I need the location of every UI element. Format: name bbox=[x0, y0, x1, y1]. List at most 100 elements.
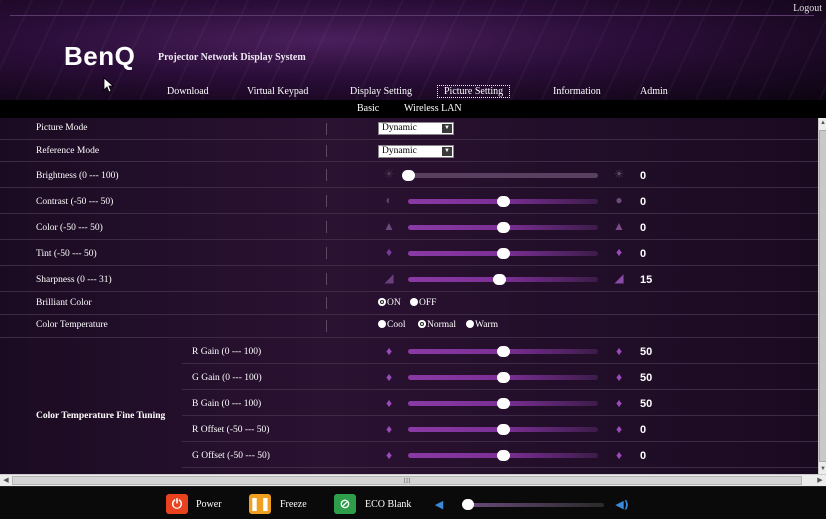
reference-mode-select[interactable]: Dynamic ▼ bbox=[378, 145, 454, 158]
column-divider bbox=[326, 247, 327, 259]
sharpness-low-icon: ◢ bbox=[384, 271, 394, 285]
row-reference-mode: Reference Mode Dynamic ▼ bbox=[0, 140, 818, 162]
color-temp-warm-label: Warm bbox=[475, 320, 498, 330]
row-sharpness: Sharpness (0 --- 31) ◢ ◢ 15 bbox=[0, 266, 818, 292]
horizontal-scroll-thumb[interactable]: III bbox=[12, 476, 802, 485]
sharpness-label: Sharpness (0 --- 31) bbox=[36, 275, 112, 285]
row-b-gain: B Gain (0 --- 100) ♦ ♦ 50 bbox=[182, 390, 818, 416]
row-contrast: Contrast (-50 --- 50) ◐ ● 0 bbox=[0, 188, 818, 214]
g-gain-high-icon: ♦ bbox=[615, 370, 623, 384]
g-gain-low-icon: ♦ bbox=[385, 370, 393, 384]
g-gain-slider-knob[interactable] bbox=[497, 372, 510, 383]
brilliant-color-off-radio[interactable]: OFF bbox=[410, 298, 436, 308]
contrast-low-icon: ◐ bbox=[385, 193, 393, 207]
nav-admin[interactable]: Admin bbox=[640, 86, 668, 97]
b-gain-slider-knob[interactable] bbox=[497, 398, 510, 409]
picture-mode-value: Dynamic bbox=[382, 123, 417, 133]
row-tint: Tint (-50 --- 50) ♦ ♦ 0 bbox=[0, 240, 818, 266]
nav-picture-setting[interactable]: Picture Setting bbox=[437, 85, 511, 98]
column-divider bbox=[326, 169, 327, 181]
brilliant-color-on-radio[interactable]: ON bbox=[378, 298, 401, 308]
vertical-scrollbar[interactable]: ▲ ▼ bbox=[818, 118, 826, 474]
nav-display-setting[interactable]: Display Setting bbox=[350, 86, 412, 97]
scroll-up-icon[interactable]: ▲ bbox=[819, 118, 826, 128]
chevron-down-icon: ▼ bbox=[442, 147, 452, 156]
eco-blank-label[interactable]: ECO Blank bbox=[365, 499, 411, 510]
scroll-right-icon[interactable]: ▶ bbox=[815, 475, 825, 486]
scroll-grip: III bbox=[403, 477, 411, 485]
column-divider bbox=[326, 273, 327, 285]
color-temp-cool-radio[interactable]: Cool bbox=[378, 320, 405, 330]
reference-mode-value: Dynamic bbox=[382, 146, 417, 156]
r-gain-low-icon: ♦ bbox=[385, 344, 393, 358]
brightness-value: 0 bbox=[640, 170, 647, 182]
brightness-low-icon: ☀ bbox=[383, 167, 395, 181]
b-gain-low-icon: ♦ bbox=[385, 396, 393, 410]
product-title: Projector Network Display System bbox=[158, 52, 306, 63]
brightness-high-icon: ☀ bbox=[613, 167, 625, 181]
contrast-label: Contrast (-50 --- 50) bbox=[36, 197, 114, 207]
color-slider-knob[interactable] bbox=[497, 222, 510, 233]
volume-down-icon[interactable]: ◀ bbox=[432, 494, 446, 514]
r-offset-slider-knob[interactable] bbox=[497, 424, 510, 435]
scroll-down-icon[interactable]: ▼ bbox=[819, 464, 826, 474]
row-brightness: Brightness (0 --- 100) ☀ ☀ 0 bbox=[0, 162, 818, 188]
tint-high-icon: ♦ bbox=[615, 245, 623, 259]
g-offset-value: 0 bbox=[640, 450, 647, 462]
color-value: 0 bbox=[640, 222, 647, 234]
g-gain-label: G Gain (0 --- 100) bbox=[192, 373, 262, 383]
color-temp-warm-radio[interactable]: Warm bbox=[466, 320, 498, 330]
b-gain-high-icon: ♦ bbox=[615, 396, 623, 410]
horizontal-scrollbar[interactable]: ◀ III ▶ bbox=[0, 474, 826, 486]
sharpness-high-icon: ◢ bbox=[614, 271, 624, 285]
subnav-wireless-lan[interactable]: Wireless LAN bbox=[404, 103, 462, 114]
row-r-offset: R Offset (-50 --- 50) ♦ ♦ 0 bbox=[182, 416, 818, 442]
g-offset-low-icon: ♦ bbox=[385, 448, 393, 462]
row-color: Color (-50 --- 50) ▲ ▲ 0 bbox=[0, 214, 818, 240]
color-label: Color (-50 --- 50) bbox=[36, 223, 103, 233]
tint-slider-knob[interactable] bbox=[497, 248, 510, 259]
subnav-basic[interactable]: Basic bbox=[357, 103, 379, 114]
row-r-gain: R Gain (0 --- 100) ♦ ♦ 50 bbox=[182, 338, 818, 364]
freeze-icon[interactable]: ❚❚ bbox=[249, 494, 271, 514]
brightness-slider-knob[interactable] bbox=[402, 170, 415, 181]
color-low-icon: ▲ bbox=[383, 219, 395, 233]
picture-mode-select[interactable]: Dynamic ▼ bbox=[378, 122, 454, 135]
reference-mode-label: Reference Mode bbox=[36, 146, 100, 156]
freeze-label[interactable]: Freeze bbox=[280, 499, 307, 510]
sharpness-slider-knob[interactable] bbox=[493, 274, 507, 285]
g-gain-value: 50 bbox=[640, 372, 653, 384]
volume-up-icon[interactable]: ◀) bbox=[612, 494, 632, 514]
color-temp-cool-label: Cool bbox=[387, 320, 406, 330]
power-icon[interactable]: ⏻ bbox=[166, 494, 188, 514]
column-divider bbox=[326, 123, 327, 135]
tint-label: Tint (-50 --- 50) bbox=[36, 249, 97, 259]
eco-blank-icon[interactable]: ⊘ bbox=[334, 494, 356, 514]
vertical-scroll-thumb[interactable] bbox=[819, 130, 826, 462]
g-offset-slider-knob[interactable] bbox=[497, 450, 510, 461]
row-g-offset: G Offset (-50 --- 50) ♦ ♦ 0 bbox=[182, 442, 818, 468]
tint-low-icon: ♦ bbox=[385, 245, 393, 259]
nav-virtual-keypad[interactable]: Virtual Keypad bbox=[247, 86, 308, 97]
column-divider bbox=[326, 145, 327, 157]
color-temp-normal-radio[interactable]: Normal bbox=[418, 320, 456, 330]
nav-download[interactable]: Download bbox=[167, 86, 209, 97]
r-gain-slider-knob[interactable] bbox=[497, 346, 510, 357]
color-temp-fine-tuning-label: Color Temperature Fine Tuning bbox=[36, 411, 166, 421]
logout-link[interactable]: Logout bbox=[793, 3, 822, 14]
brightness-slider-track[interactable] bbox=[408, 173, 598, 178]
volume-slider-knob[interactable] bbox=[462, 499, 474, 510]
g-offset-high-icon: ♦ bbox=[615, 448, 623, 462]
contrast-slider-knob[interactable] bbox=[497, 196, 510, 207]
picture-settings-panel: Picture Mode Dynamic ▼ Reference Mode Dy… bbox=[0, 118, 818, 474]
color-high-icon: ▲ bbox=[613, 219, 625, 233]
r-gain-label: R Gain (0 --- 100) bbox=[192, 347, 262, 357]
r-offset-high-icon: ♦ bbox=[615, 422, 623, 436]
control-footer: ⏻ Power ❚❚ Freeze ⊘ ECO Blank ◀ ◀) bbox=[0, 486, 826, 519]
volume-slider-track[interactable] bbox=[464, 503, 604, 507]
power-label[interactable]: Power bbox=[196, 499, 222, 510]
scroll-left-icon[interactable]: ◀ bbox=[1, 475, 11, 486]
nav-information[interactable]: Information bbox=[553, 86, 601, 97]
radio-unselected-icon bbox=[410, 298, 418, 306]
column-divider bbox=[326, 320, 327, 332]
